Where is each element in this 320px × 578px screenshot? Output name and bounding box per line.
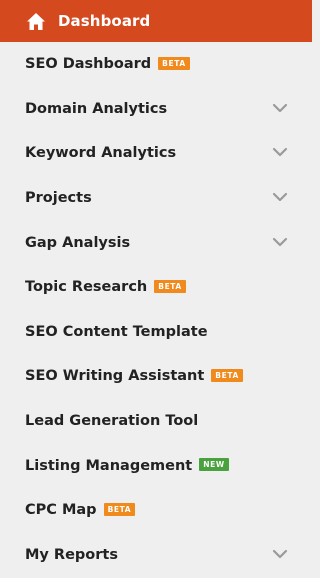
chevron-down-icon[interactable] bbox=[272, 549, 288, 559]
nav-item-label: SEO Dashboard bbox=[25, 56, 152, 73]
nav-item-label: Projects bbox=[25, 190, 92, 207]
nav-item-seo-dashboard[interactable]: SEO Dashboard BETA bbox=[0, 42, 312, 87]
nav-item-label: Listing Management bbox=[25, 457, 193, 474]
nav-item-label: My Reports bbox=[25, 546, 118, 563]
nav-item-label: SEO Content Template bbox=[25, 323, 208, 340]
nav-item-dashboard[interactable]: Dashboard bbox=[0, 0, 312, 42]
nav-item-label: Topic Research bbox=[25, 279, 148, 296]
beta-badge: BETA bbox=[158, 56, 190, 70]
nav-item-label: Gap Analysis bbox=[25, 234, 131, 251]
nav-item-keyword-analytics[interactable]: Keyword Analytics bbox=[0, 131, 312, 176]
nav-item-listing-management[interactable]: Listing Management NEW bbox=[0, 443, 312, 488]
nav-item-projects[interactable]: Projects bbox=[0, 176, 312, 221]
nav-item-my-reports[interactable]: My Reports bbox=[0, 533, 312, 578]
chevron-down-icon[interactable] bbox=[272, 147, 288, 157]
nav-item-label: Domain Analytics bbox=[25, 100, 168, 117]
home-icon bbox=[25, 11, 47, 31]
nav-item-seo-content-template[interactable]: SEO Content Template bbox=[0, 310, 312, 355]
nav-item-domain-analytics[interactable]: Domain Analytics bbox=[0, 87, 312, 132]
nav-item-seo-writing-assistant[interactable]: SEO Writing Assistant BETA bbox=[0, 354, 312, 399]
nav-item-cpc-map[interactable]: CPC Map BETA bbox=[0, 488, 312, 533]
nav-item-gap-analysis[interactable]: Gap Analysis bbox=[0, 220, 312, 265]
beta-badge: BETA bbox=[211, 368, 243, 382]
new-badge: NEW bbox=[199, 458, 229, 472]
nav-item-label: Keyword Analytics bbox=[25, 145, 177, 162]
beta-badge: BETA bbox=[154, 279, 186, 293]
nav-item-label: Dashboard bbox=[58, 12, 151, 30]
nav-menu: SEO Dashboard BETA Domain Analytics Keyword… bbox=[0, 42, 312, 577]
beta-badge: BETA bbox=[103, 502, 136, 516]
nav-item-label: Lead Generation Tool bbox=[25, 413, 199, 430]
nav-item-label: SEO Writing Assistant bbox=[25, 368, 205, 385]
nav-item-label: CPC Map bbox=[25, 502, 97, 519]
chevron-down-icon[interactable] bbox=[272, 237, 288, 247]
chevron-down-icon[interactable] bbox=[272, 192, 288, 202]
chevron-down-icon[interactable] bbox=[272, 103, 288, 113]
sidebar-nav: Dashboard SEO Dashboard BETA Domain Analyt… bbox=[0, 0, 312, 578]
nav-item-lead-generation-tool[interactable]: Lead Generation Tool bbox=[0, 399, 312, 444]
nav-item-topic-research[interactable]: Topic Research BETA bbox=[0, 265, 312, 310]
